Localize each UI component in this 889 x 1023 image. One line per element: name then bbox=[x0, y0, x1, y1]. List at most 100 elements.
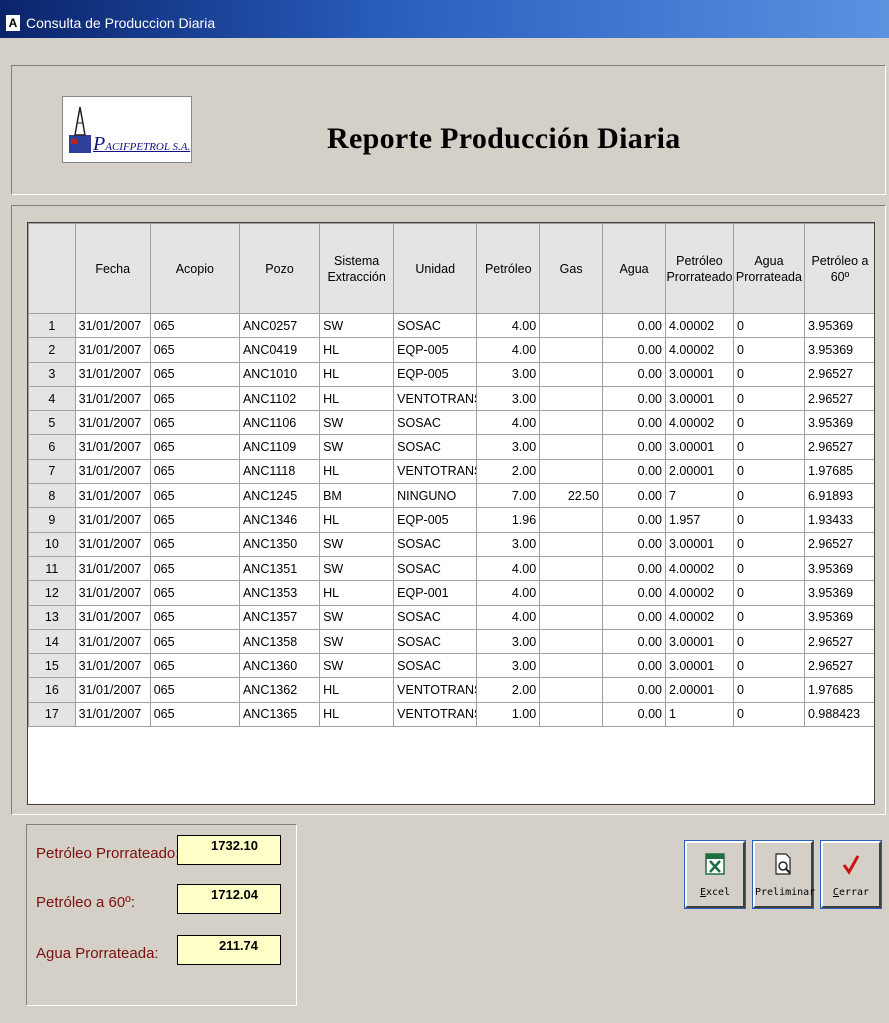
cell-fecha[interactable]: 31/01/2007 bbox=[74, 312, 151, 339]
cell-fecha[interactable]: 31/01/2007 bbox=[74, 555, 151, 582]
cell-petroleo-prorrateado[interactable]: 2.00001 bbox=[664, 677, 734, 703]
cell-rownum[interactable]: 3 bbox=[28, 361, 76, 387]
cell-rownum[interactable]: 8 bbox=[28, 483, 76, 509]
cell-acopio[interactable]: 065 bbox=[149, 337, 240, 363]
cell-agua-prorrateada[interactable]: 0 bbox=[732, 653, 805, 679]
cell-gas[interactable] bbox=[539, 604, 604, 630]
cell-pozo[interactable]: ANC1245 bbox=[238, 483, 321, 509]
cell-petroleo-prorrateado[interactable]: 7 bbox=[664, 483, 734, 509]
cell-agua[interactable]: 0.00 bbox=[602, 677, 666, 703]
cell-acopio[interactable]: 065 bbox=[149, 458, 240, 485]
cell-agua[interactable]: 0.00 bbox=[602, 483, 666, 509]
cell-petroleo-60[interactable]: 3.95369 bbox=[803, 337, 874, 363]
cell-unidad[interactable]: SOSAC bbox=[393, 312, 478, 339]
cell-petroleo-60[interactable]: 1.97685 bbox=[803, 458, 874, 485]
cell-fecha[interactable]: 31/01/2007 bbox=[74, 580, 151, 606]
column-header-agua[interactable]: Agua bbox=[602, 223, 666, 314]
column-header-fecha[interactable]: Fecha bbox=[74, 223, 151, 314]
cell-pozo[interactable]: ANC1353 bbox=[238, 580, 321, 606]
cell-pozo[interactable]: ANC0257 bbox=[238, 312, 321, 339]
cell-fecha[interactable]: 31/01/2007 bbox=[74, 410, 151, 436]
cell-agua-prorrateada[interactable]: 0 bbox=[732, 458, 805, 485]
cell-unidad[interactable]: SOSAC bbox=[393, 604, 478, 630]
cell-pozo[interactable]: ANC1357 bbox=[238, 604, 321, 630]
cell-petroleo-60[interactable]: 2.96527 bbox=[803, 434, 874, 460]
table-row[interactable]: 11 31/01/2007 065 ANC1351 SW SOSAC 4.00 0.00 4.0… bbox=[28, 555, 874, 582]
cell-petroleo[interactable]: 4.00 bbox=[476, 337, 541, 363]
cell-agua-prorrateada[interactable]: 0 bbox=[732, 312, 805, 339]
cell-acopio[interactable]: 065 bbox=[149, 653, 240, 679]
table-row[interactable]: 4 31/01/2007 065 ANC1102 HL VENTOTRANS 3.00 0.0… bbox=[28, 385, 874, 412]
cell-acopio[interactable]: 065 bbox=[149, 361, 240, 387]
cell-gas[interactable] bbox=[539, 580, 604, 606]
column-header-acopio[interactable]: Acopio bbox=[149, 223, 240, 314]
cell-unidad[interactable]: EQP-001 bbox=[393, 580, 478, 606]
cell-agua[interactable]: 0.00 bbox=[602, 361, 666, 387]
cell-agua[interactable]: 0.00 bbox=[602, 458, 666, 485]
table-row[interactable]: 6 31/01/2007 065 ANC1109 SW SOSAC 3.00 0.00 3.00… bbox=[28, 434, 874, 460]
cell-agua-prorrateada[interactable]: 0 bbox=[732, 580, 805, 606]
cell-gas[interactable] bbox=[539, 458, 604, 485]
cell-rownum[interactable]: 7 bbox=[28, 458, 76, 485]
cell-sistema-extraccion[interactable]: HL bbox=[319, 677, 395, 703]
cell-petroleo[interactable]: 3.00 bbox=[476, 361, 541, 387]
cell-agua[interactable]: 0.00 bbox=[602, 580, 666, 606]
cell-agua[interactable]: 0.00 bbox=[602, 628, 666, 655]
cell-sistema-extraccion[interactable]: HL bbox=[319, 507, 395, 533]
column-header-pozo[interactable]: Pozo bbox=[238, 223, 321, 314]
cell-pozo[interactable]: ANC1109 bbox=[238, 434, 321, 460]
cell-petroleo-prorrateado[interactable]: 4.00002 bbox=[664, 312, 734, 339]
column-header-petroleo-prorrateado[interactable]: Petróleo Prorrateado bbox=[664, 223, 734, 314]
cell-sistema-extraccion[interactable]: SW bbox=[319, 312, 395, 339]
cell-petroleo[interactable]: 3.00 bbox=[476, 531, 541, 557]
cell-petroleo-prorrateado[interactable]: 1 bbox=[664, 701, 734, 728]
cell-petroleo-prorrateado[interactable]: 4.00002 bbox=[664, 604, 734, 630]
cell-petroleo-60[interactable]: 2.96527 bbox=[803, 361, 874, 387]
cell-rownum[interactable]: 9 bbox=[28, 507, 76, 533]
cell-acopio[interactable]: 065 bbox=[149, 483, 240, 509]
cell-sistema-extraccion[interactable]: HL bbox=[319, 458, 395, 485]
cell-agua-prorrateada[interactable]: 0 bbox=[732, 531, 805, 557]
cell-pozo[interactable]: ANC1346 bbox=[238, 507, 321, 533]
cell-petroleo[interactable]: 4.00 bbox=[476, 580, 541, 606]
table-row[interactable]: 12 31/01/2007 065 ANC1353 HL EQP-001 4.00 0.00 4… bbox=[28, 580, 874, 606]
cerrar-button[interactable]: Cerrar bbox=[821, 841, 881, 908]
cell-fecha[interactable]: 31/01/2007 bbox=[74, 604, 151, 630]
cell-petroleo-prorrateado[interactable]: 4.00002 bbox=[664, 555, 734, 582]
cell-rownum[interactable]: 4 bbox=[28, 385, 76, 412]
cell-petroleo[interactable]: 1.00 bbox=[476, 701, 541, 728]
column-header-petroleo-60[interactable]: Petróleo a 60º bbox=[803, 223, 874, 314]
cell-pozo[interactable]: ANC1365 bbox=[238, 701, 321, 728]
cell-agua-prorrateada[interactable]: 0 bbox=[732, 410, 805, 436]
cell-unidad[interactable]: SOSAC bbox=[393, 628, 478, 655]
cell-agua[interactable]: 0.00 bbox=[602, 653, 666, 679]
cell-petroleo[interactable]: 4.00 bbox=[476, 410, 541, 436]
cell-rownum[interactable]: 13 bbox=[28, 604, 76, 630]
cell-rownum[interactable]: 15 bbox=[28, 653, 76, 679]
cell-rownum[interactable]: 5 bbox=[28, 410, 76, 436]
cell-agua-prorrateada[interactable]: 0 bbox=[732, 385, 805, 412]
cell-petroleo-prorrateado[interactable]: 1.957 bbox=[664, 507, 734, 533]
cell-acopio[interactable]: 065 bbox=[149, 701, 240, 728]
table-row[interactable]: 3 31/01/2007 065 ANC1010 HL EQP-005 3.00 0.00 3.… bbox=[28, 361, 874, 387]
cell-unidad[interactable]: SOSAC bbox=[393, 653, 478, 679]
cell-petroleo-prorrateado[interactable]: 2.00001 bbox=[664, 458, 734, 485]
cell-gas[interactable] bbox=[539, 507, 604, 533]
cell-agua[interactable]: 0.00 bbox=[602, 410, 666, 436]
cell-pozo[interactable]: ANC1102 bbox=[238, 385, 321, 412]
cell-petroleo-prorrateado[interactable]: 4.00002 bbox=[664, 410, 734, 436]
cell-gas[interactable] bbox=[539, 555, 604, 582]
cell-rownum[interactable]: 11 bbox=[28, 555, 76, 582]
column-header-agua-prorrateada[interactable]: Agua Prorrateada bbox=[732, 223, 805, 314]
cell-acopio[interactable]: 065 bbox=[149, 385, 240, 412]
cell-rownum[interactable]: 10 bbox=[28, 531, 76, 557]
cell-agua[interactable]: 0.00 bbox=[602, 385, 666, 412]
cell-fecha[interactable]: 31/01/2007 bbox=[74, 701, 151, 728]
cell-petroleo-60[interactable]: 3.95369 bbox=[803, 604, 874, 630]
cell-agua-prorrateada[interactable]: 0 bbox=[732, 434, 805, 460]
cell-acopio[interactable]: 065 bbox=[149, 628, 240, 655]
cell-agua-prorrateada[interactable]: 0 bbox=[732, 483, 805, 509]
cell-gas[interactable] bbox=[539, 628, 604, 655]
cell-agua-prorrateada[interactable]: 0 bbox=[732, 337, 805, 363]
table-row[interactable]: 5 31/01/2007 065 ANC1106 SW SOSAC 4.00 0.00 4.00… bbox=[28, 410, 874, 436]
